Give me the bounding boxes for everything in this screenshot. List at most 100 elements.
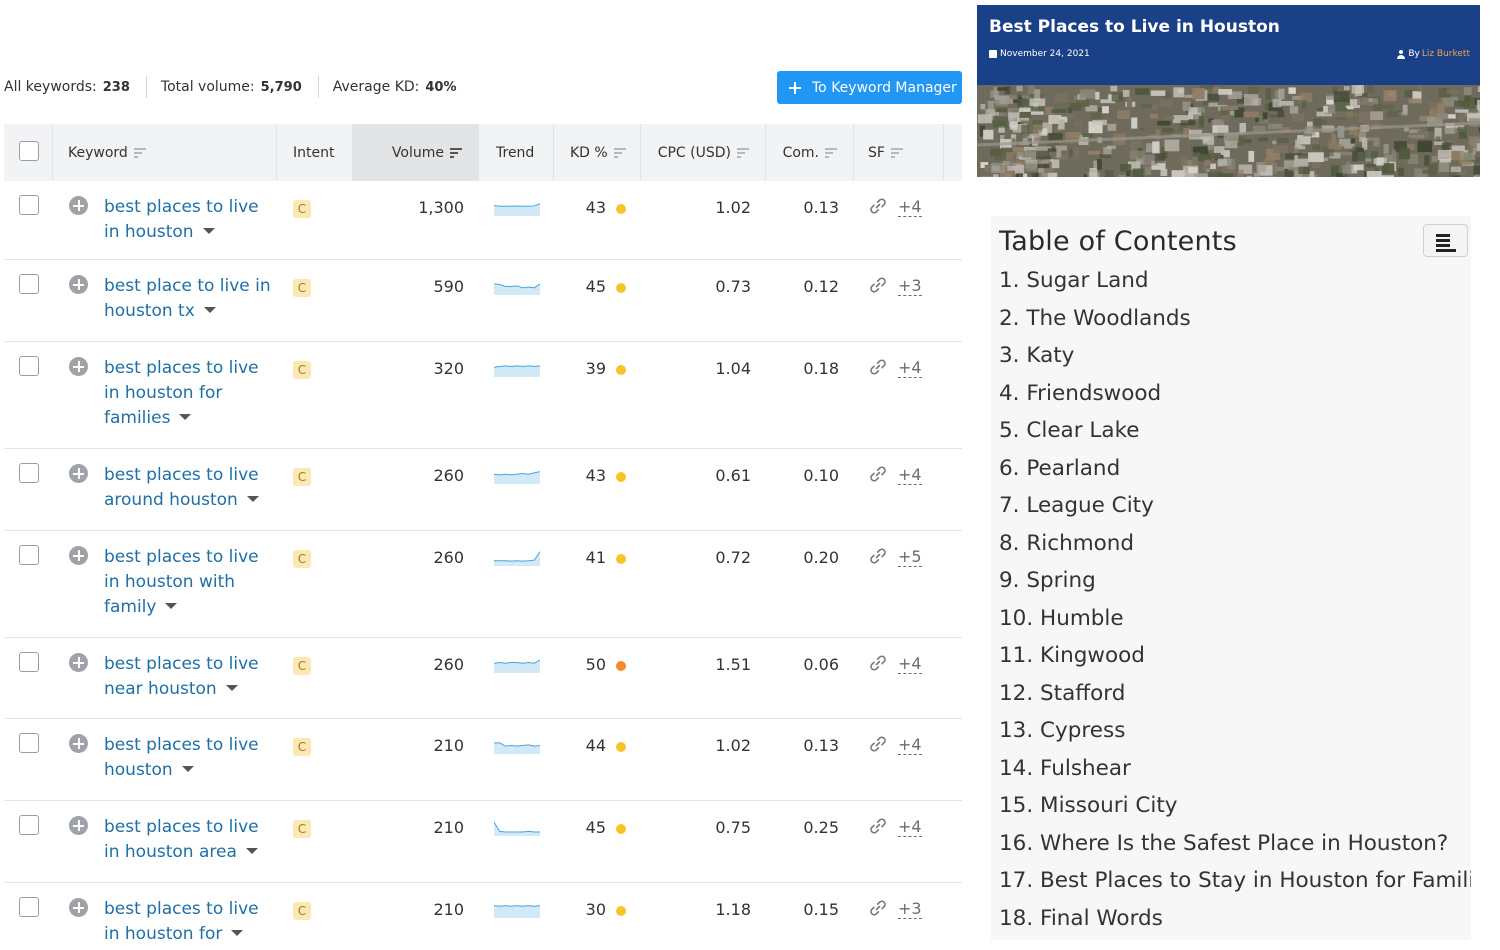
- row-checkbox[interactable]: [19, 652, 39, 672]
- row-checkbox[interactable]: [19, 195, 39, 215]
- author-link[interactable]: Liz Burkett: [1422, 49, 1470, 59]
- volume-value: 320: [433, 359, 464, 378]
- toc-item[interactable]: 11. Kingwood: [999, 637, 1471, 675]
- row-checkbox[interactable]: [19, 545, 39, 565]
- toc-item[interactable]: 10. Humble: [999, 600, 1471, 638]
- row-checkbox[interactable]: [19, 733, 39, 753]
- toc-item[interactable]: 9. Spring: [999, 562, 1471, 600]
- add-keyword-icon[interactable]: [69, 653, 88, 672]
- chevron-down-icon[interactable]: [165, 603, 178, 609]
- competition-value: 0.06: [803, 655, 839, 674]
- table-row: best places to live in houston C 1,300 4…: [4, 182, 962, 260]
- serp-features-count[interactable]: +4: [898, 198, 922, 217]
- column-kd[interactable]: KD %: [554, 124, 641, 181]
- toc-item[interactable]: 1. Sugar Land: [999, 262, 1471, 300]
- competition-value: 0.10: [803, 466, 839, 485]
- competition-value: 0.15: [803, 900, 839, 919]
- chevron-down-icon[interactable]: [231, 930, 244, 936]
- toc-item[interactable]: 2. The Woodlands: [999, 300, 1471, 338]
- to-keyword-manager-button[interactable]: To Keyword Manager: [777, 71, 962, 104]
- column-sf[interactable]: SF: [854, 124, 944, 181]
- keyword-link[interactable]: best places to live in houston for: [104, 897, 274, 947]
- chevron-down-icon[interactable]: [203, 307, 216, 313]
- add-keyword-icon[interactable]: [69, 816, 88, 835]
- competition-value: 0.13: [803, 736, 839, 755]
- keyword-link[interactable]: best places to live houston: [104, 733, 274, 783]
- row-checkbox[interactable]: [19, 815, 39, 835]
- add-keyword-icon[interactable]: [69, 357, 88, 376]
- column-trend[interactable]: Trend: [479, 124, 554, 181]
- toc-item[interactable]: 15. Missouri City: [999, 787, 1471, 825]
- serp-features-count[interactable]: +3: [898, 277, 922, 296]
- cpc-value: 1.18: [715, 900, 751, 919]
- row-checkbox[interactable]: [19, 274, 39, 294]
- add-keyword-icon[interactable]: [69, 196, 88, 215]
- chevron-down-icon[interactable]: [246, 496, 259, 502]
- keyword-link[interactable]: best places to live in houston with fami…: [104, 545, 274, 620]
- trend-sparkline: [494, 742, 540, 754]
- kd-value: 43: [585, 198, 606, 217]
- kd-difficulty-dot: [616, 742, 626, 752]
- toc-item[interactable]: 4. Friendswood: [999, 375, 1471, 413]
- kd-value: 50: [585, 655, 606, 674]
- add-keyword-icon[interactable]: [69, 734, 88, 753]
- divider: [145, 76, 147, 98]
- column-cpc[interactable]: CPC (USD): [641, 124, 766, 181]
- column-intent[interactable]: Intent: [277, 124, 353, 181]
- serp-features-count[interactable]: +4: [898, 466, 922, 485]
- keyword-link[interactable]: best places to live in houston area: [104, 815, 274, 865]
- column-intent-label: Intent: [293, 144, 335, 161]
- row-checkbox[interactable]: [19, 897, 39, 917]
- volume-value: 590: [433, 277, 464, 296]
- toc-item[interactable]: 14. Fulshear: [999, 750, 1471, 788]
- serp-features-count[interactable]: +4: [898, 736, 922, 755]
- add-keyword-icon[interactable]: [69, 898, 88, 917]
- add-keyword-icon[interactable]: [69, 275, 88, 294]
- toc-item[interactable]: 7. League City: [999, 487, 1471, 525]
- divider: [317, 76, 319, 98]
- chevron-down-icon[interactable]: [245, 848, 258, 854]
- toc-item[interactable]: 12. Stafford: [999, 675, 1471, 713]
- chevron-down-icon[interactable]: [181, 766, 194, 772]
- select-all-checkbox[interactable]: [19, 141, 39, 161]
- keyword-link[interactable]: best places to live in houston: [104, 195, 274, 245]
- chevron-down-icon[interactable]: [225, 685, 238, 691]
- serp-features-count[interactable]: +4: [898, 818, 922, 837]
- toc-item[interactable]: 6. Pearland: [999, 450, 1471, 488]
- serp-features-count[interactable]: +4: [898, 655, 922, 674]
- kd-difficulty-dot: [616, 472, 626, 482]
- column-keyword[interactable]: Keyword: [53, 124, 277, 181]
- row-checkbox[interactable]: [19, 356, 39, 376]
- author-by-label: By: [1408, 49, 1420, 59]
- keyword-link[interactable]: best places to live in houston for famil…: [104, 356, 274, 431]
- toc-item[interactable]: 17. Best Places to Stay in Houston for F…: [999, 862, 1471, 900]
- toc-item[interactable]: 16. Where Is the Safest Place in Houston…: [999, 825, 1471, 863]
- chevron-down-icon[interactable]: [179, 414, 192, 420]
- serp-features-count[interactable]: +3: [898, 900, 922, 919]
- chevron-down-icon[interactable]: [202, 228, 215, 234]
- toc-item[interactable]: 13. Cypress: [999, 712, 1471, 750]
- table-row: best places to live houston C 210 44 1.0…: [4, 720, 962, 801]
- serp-features-count[interactable]: +4: [898, 359, 922, 378]
- toc-item[interactable]: 3. Katy: [999, 337, 1471, 375]
- toc-item[interactable]: 18. Final Words: [999, 900, 1471, 938]
- sort-desc-icon: [450, 147, 462, 158]
- column-keyword-label: Keyword: [68, 144, 128, 161]
- cpc-value: 0.75: [715, 818, 751, 837]
- cpc-value: 1.02: [715, 736, 751, 755]
- toc-item[interactable]: 8. Richmond: [999, 525, 1471, 563]
- toc-toggle-button[interactable]: [1423, 224, 1468, 257]
- column-com[interactable]: Com.: [766, 124, 854, 181]
- plus-icon: [789, 81, 801, 94]
- serp-features-count[interactable]: +5: [898, 548, 922, 567]
- keyword-link[interactable]: best places to live around houston: [104, 463, 274, 513]
- column-volume[interactable]: Volume: [353, 124, 479, 181]
- intent-badge: C: [293, 279, 311, 297]
- toc-item[interactable]: 5. Clear Lake: [999, 412, 1471, 450]
- add-keyword-icon[interactable]: [69, 546, 88, 565]
- keyword-link[interactable]: best places to live near houston: [104, 652, 274, 702]
- add-keyword-icon[interactable]: [69, 464, 88, 483]
- row-checkbox[interactable]: [19, 463, 39, 483]
- keyword-text: best places to live in houston with fami…: [104, 547, 259, 617]
- keyword-link[interactable]: best place to live in houston tx: [104, 274, 274, 324]
